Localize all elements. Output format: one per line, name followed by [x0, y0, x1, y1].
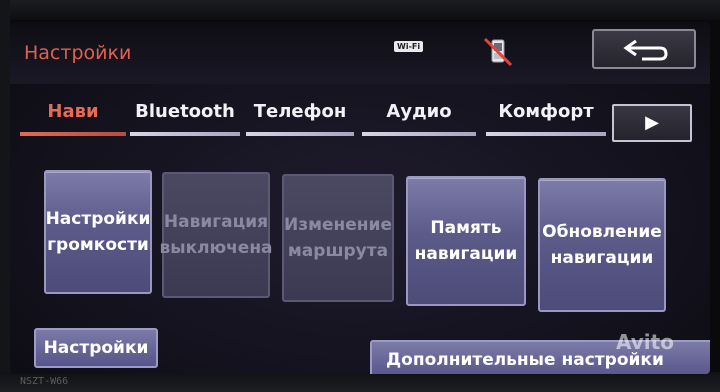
tile-text: Обновление навигации [542, 219, 662, 271]
tab-audio[interactable]: Аудио [360, 88, 478, 138]
tile-text: Память навигации [415, 215, 518, 267]
tab-phone[interactable]: Телефон [244, 88, 356, 138]
tab-underline [246, 132, 354, 136]
tile-text: Настройки громкости [46, 206, 151, 258]
tab-label: Комфорт [498, 101, 594, 122]
navigation-update-button[interactable]: Обновление навигации [538, 178, 666, 312]
tile-line: громкости [47, 235, 149, 255]
tile-line: Изменение [284, 215, 392, 235]
wifi-icon: Wi-Fi [394, 41, 424, 52]
tile-line: Настройки [45, 209, 151, 229]
screen: Настройки Wi-Fi Нави Bluetooth Телефон А… [10, 22, 710, 374]
page-title: Настройки [24, 42, 132, 64]
back-button[interactable] [592, 29, 696, 69]
tile-line: навигации [550, 248, 654, 268]
back-arrow-icon [623, 39, 668, 61]
tab-underline [130, 132, 240, 136]
navigation-memory-button[interactable]: Память навигации [406, 176, 526, 306]
settings-button[interactable]: Настройки [34, 328, 158, 368]
tile-line: Навигация [163, 212, 269, 232]
tile-text: Навигация выключена [159, 209, 272, 261]
tab-underline [20, 132, 126, 136]
tabs-next-button[interactable]: ▶ [612, 104, 692, 142]
route-change-button[interactable]: Изменение маршрута [282, 174, 394, 302]
tab-navi[interactable]: Нави [18, 88, 128, 138]
tab-comfort[interactable]: Комфорт [484, 88, 608, 138]
tab-underline [362, 132, 476, 136]
tile-line: Обновление [542, 222, 662, 242]
model-label: NSZT-W66 [20, 376, 69, 387]
bezel-top [0, 0, 720, 20]
tab-bluetooth[interactable]: Bluetooth [128, 88, 242, 138]
tile-line: выключена [159, 238, 273, 258]
bezel-bottom [0, 372, 720, 392]
tile-line: Память [430, 218, 502, 238]
volume-settings-button[interactable]: Настройки громкости [44, 170, 152, 294]
settings-button-label: Настройки [43, 338, 149, 358]
tab-label: Bluetooth [135, 101, 235, 122]
arrow-right-icon: ▶ [645, 112, 659, 133]
bezel-left [0, 0, 10, 392]
watermark: Avito [616, 330, 674, 354]
tab-label: Аудио [386, 101, 452, 122]
tab-label: Нави [47, 101, 99, 122]
navigation-off-button[interactable]: Навигация выключена [159, 172, 273, 298]
phone-disconnected-icon [480, 34, 516, 70]
header-bar: Настройки Wi-Fi [10, 22, 710, 84]
tile-text: Изменение маршрута [284, 212, 392, 264]
tile-line: навигации [414, 244, 518, 264]
tab-underline [486, 132, 606, 136]
tab-bar: Нави Bluetooth Телефон Аудио Комфорт [10, 88, 710, 140]
tile-line: маршрута [287, 241, 389, 261]
tab-label: Телефон [253, 101, 347, 122]
